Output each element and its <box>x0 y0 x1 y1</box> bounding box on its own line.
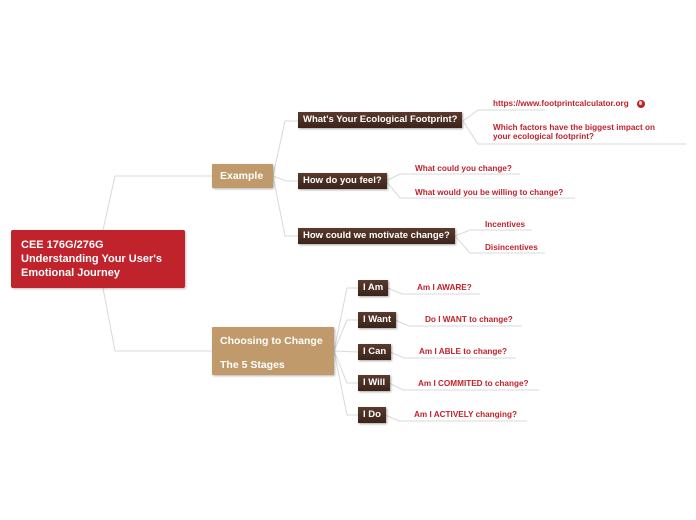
topic-label: How do you feel? <box>303 175 382 186</box>
topic-motivate-change[interactable]: How could we motivate change? <box>298 228 455 244</box>
stage-label: I Do <box>363 409 381 420</box>
leaf-text: Am I ACTIVELY changing? <box>414 410 517 419</box>
connector-example-feel <box>272 175 298 182</box>
leaf-text: Am I AWARE? <box>417 283 472 292</box>
branch-example[interactable]: Example <box>212 164 273 188</box>
leaf-am-i-able[interactable]: Am I ABLE to change? <box>419 347 507 356</box>
leaf-willing-to-change[interactable]: What would you be willing to change? <box>415 188 563 197</box>
root-title-line3: Emotional Journey <box>21 267 121 279</box>
leaf-text: Incentives <box>485 220 526 229</box>
leaf-footprint-link[interactable]: https://www.footprintcalculator.org <box>493 99 645 108</box>
leaf-text: Do I WANT to change? <box>425 315 513 324</box>
link-text[interactable]: https://www.footprintcalculator.org <box>493 99 629 108</box>
topic-label: How could we motivate change? <box>303 230 450 241</box>
stage-i-want[interactable]: I Want <box>358 312 397 328</box>
stage-label: I Want <box>363 314 392 325</box>
leaf-incentives[interactable]: Incentives <box>485 220 525 229</box>
leaf-do-i-want[interactable]: Do I WANT to change? <box>425 315 513 324</box>
stage-label: I Am <box>363 282 384 293</box>
stage-label: I Can <box>363 346 387 357</box>
leaf-text: Which factors have the biggest impact on… <box>493 123 655 141</box>
stage-i-can[interactable]: I Can <box>358 344 392 360</box>
stage-i-do[interactable]: I Do <box>358 407 386 423</box>
leaf-text: What could you change? <box>415 164 512 173</box>
root-title-line2: Understanding Your User's <box>21 253 162 265</box>
leaf-what-could-you-change[interactable]: What could you change? <box>415 164 512 173</box>
leaf-text: Disincentives <box>485 243 538 252</box>
connector-root-choosing <box>102 287 212 352</box>
leaf-text: Am I ABLE to change? <box>419 347 507 356</box>
topic-ecological-footprint[interactable]: What's Your Ecological Footprint? <box>298 112 463 128</box>
branch-choosing-to-change[interactable]: Choosing to Change The 5 Stages <box>212 327 334 375</box>
stage-label: I Will <box>363 377 386 388</box>
leaf-am-i-aware[interactable]: Am I AWARE? <box>417 283 472 292</box>
connector-root-example <box>102 175 212 231</box>
root-title-line1: CEE 176G/276G <box>21 239 104 251</box>
topic-label: What's Your Ecological Footprint? <box>303 114 458 125</box>
stage-i-will[interactable]: I Will <box>358 375 391 391</box>
connector-example-motivate <box>272 175 298 237</box>
root-topic[interactable]: CEE 176G/276G Understanding Your User's … <box>11 230 185 288</box>
globe-link-icon[interactable] <box>636 99 645 108</box>
leaf-text: Am I COMMITED to change? <box>418 379 529 388</box>
branch-example-label: Example <box>220 170 264 182</box>
leaf-am-i-commited[interactable]: Am I COMMITED to change? <box>418 379 529 388</box>
leaf-text: What would you be willing to change? <box>415 188 564 197</box>
branch-choosing-label-line1: Choosing to Change <box>220 335 323 347</box>
topic-how-do-you-feel[interactable]: How do you feel? <box>298 173 387 189</box>
leaf-am-i-actively[interactable]: Am I ACTIVELY changing? <box>414 410 517 419</box>
stage-i-am[interactable]: I Am <box>358 280 389 296</box>
connector-example-footprint <box>272 120 298 177</box>
leaf-biggest-impact[interactable]: Which factors have the biggest impact on… <box>493 123 673 141</box>
leaf-disincentives[interactable]: Disincentives <box>485 243 538 252</box>
branch-choosing-label-line2: The 5 Stages <box>220 359 285 371</box>
